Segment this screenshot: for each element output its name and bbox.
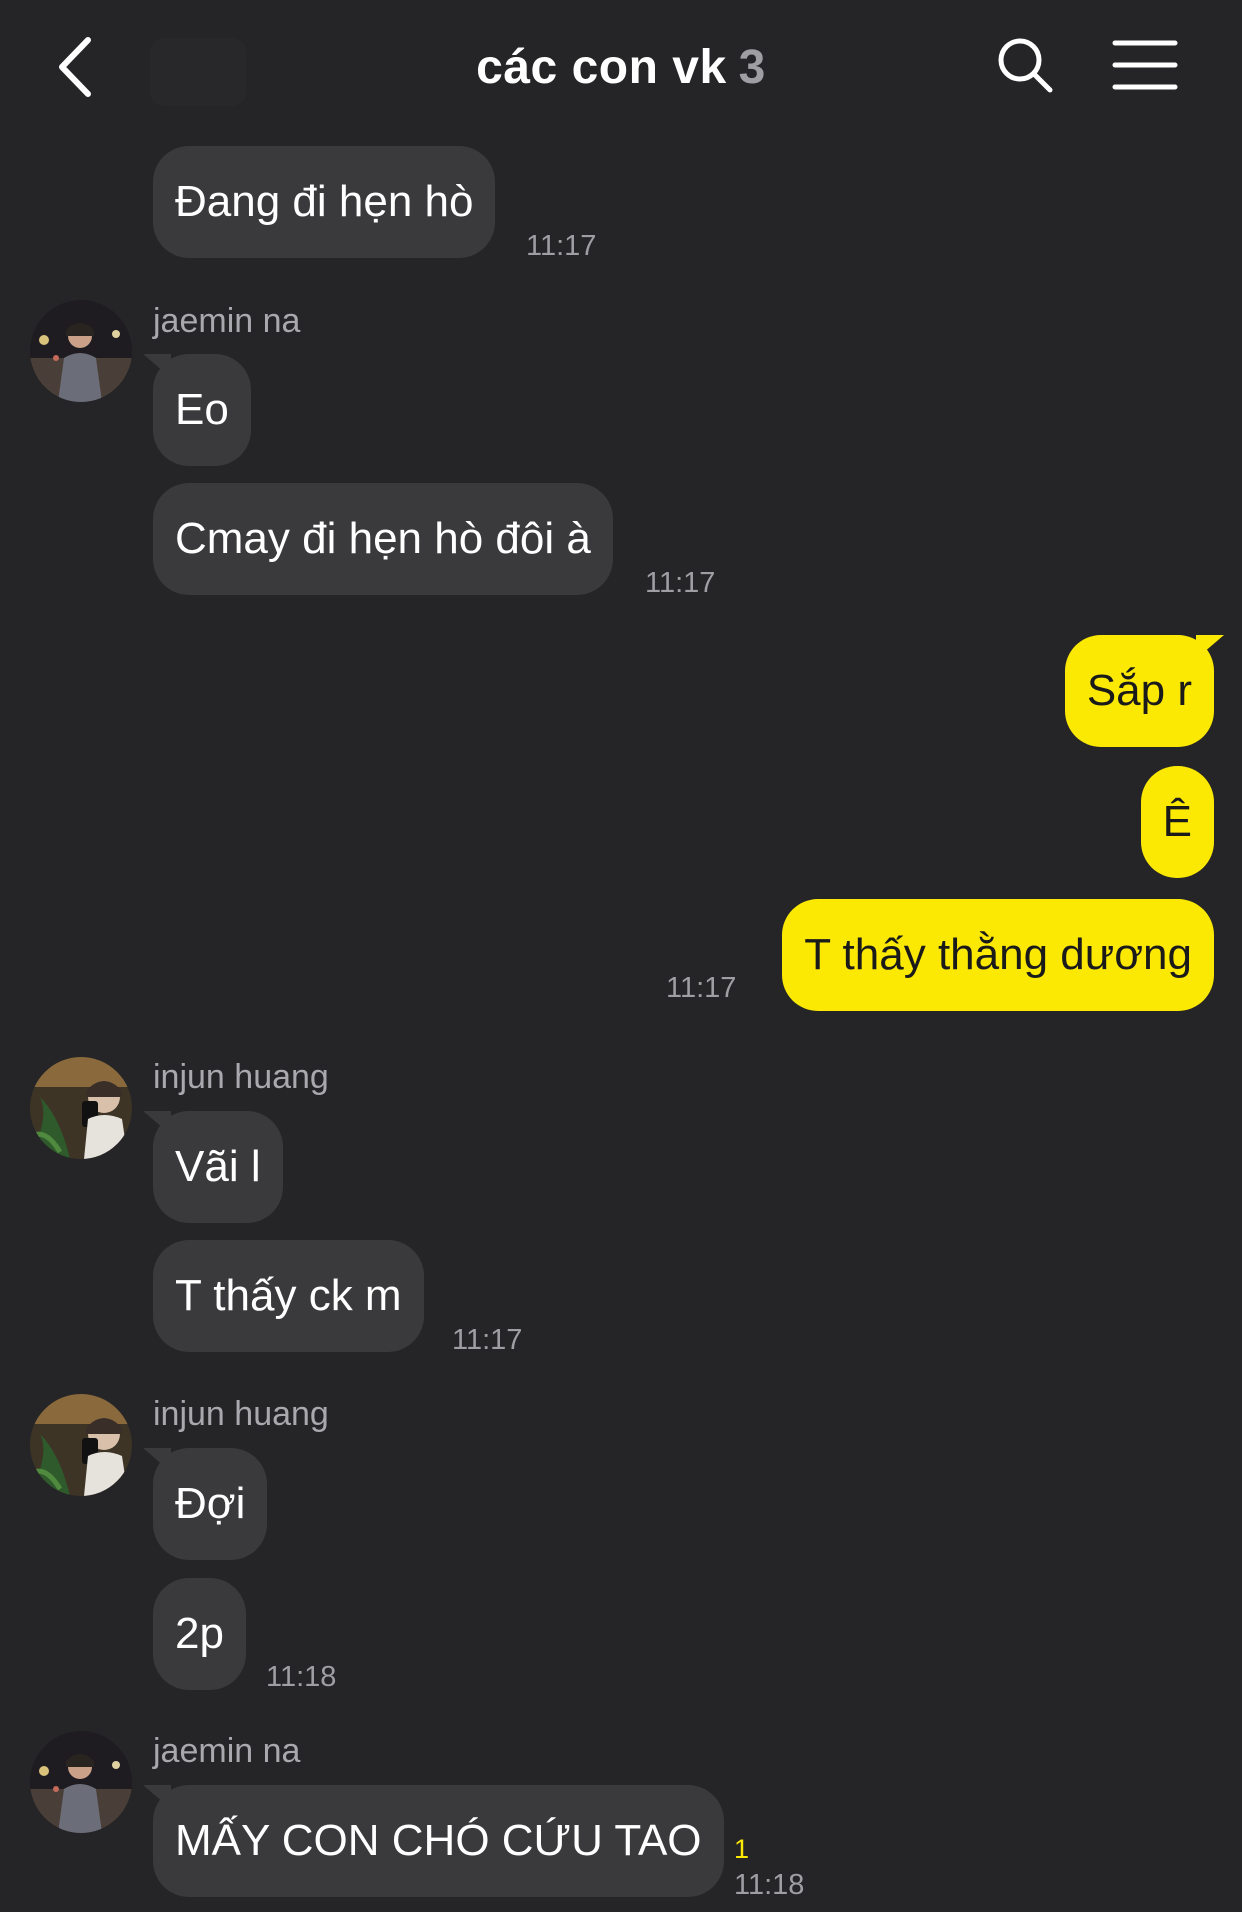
message-bubble[interactable]: Cmay đi hẹn hò đôi à (153, 483, 613, 595)
message-bubble[interactable]: T thấy ck m (153, 1240, 424, 1352)
my-message-bubble[interactable]: Ê (1140, 766, 1214, 878)
message-timestamp: 11:17 (666, 972, 737, 1004)
my-message-bubble[interactable]: T thấy thằng dương (782, 899, 1214, 1011)
message-timestamp: 11:17 (526, 230, 597, 262)
message-timestamp: 11:17 (645, 567, 716, 599)
message-timestamp: 11:18 (266, 1661, 337, 1693)
sender-name: jaemin na (153, 302, 301, 340)
message-bubble[interactable]: Vãi l (153, 1111, 283, 1223)
avatar-injun-huang[interactable] (30, 1057, 132, 1159)
search-button[interactable] (995, 35, 1055, 95)
my-message-bubble[interactable]: Sắp r (1064, 635, 1214, 747)
message-bubble[interactable]: MẤY CON CHÓ CỨU TAO (153, 1785, 724, 1897)
search-icon (998, 38, 1053, 93)
chat-name: các con vk (476, 41, 727, 94)
member-count: 3 (738, 41, 766, 94)
message-bubble[interactable]: Đang đi hẹn hò (153, 146, 496, 258)
unread-count: 1 (734, 1834, 750, 1864)
sender-name: injun huang (153, 1395, 329, 1433)
avatar-jaemin-na[interactable] (30, 1731, 132, 1833)
message-bubble[interactable]: 2p (153, 1578, 246, 1690)
message-bubble[interactable]: Đợi (153, 1448, 268, 1560)
message-timestamp: 11:18 (734, 1869, 805, 1901)
message-timestamp: 11:17 (452, 1324, 523, 1356)
sender-name: jaemin na (153, 1732, 301, 1770)
chat-title: các con vk 3 (0, 40, 1242, 95)
message-bubble[interactable]: Eo (153, 354, 251, 466)
menu-icon (1112, 40, 1178, 90)
sender-name: injun huang (153, 1058, 329, 1096)
chat-header: các con vk 3 (0, 0, 1242, 135)
avatar-jaemin-na[interactable] (30, 300, 132, 402)
avatar-injun-huang[interactable] (30, 1394, 132, 1496)
menu-button[interactable] (1112, 38, 1178, 92)
